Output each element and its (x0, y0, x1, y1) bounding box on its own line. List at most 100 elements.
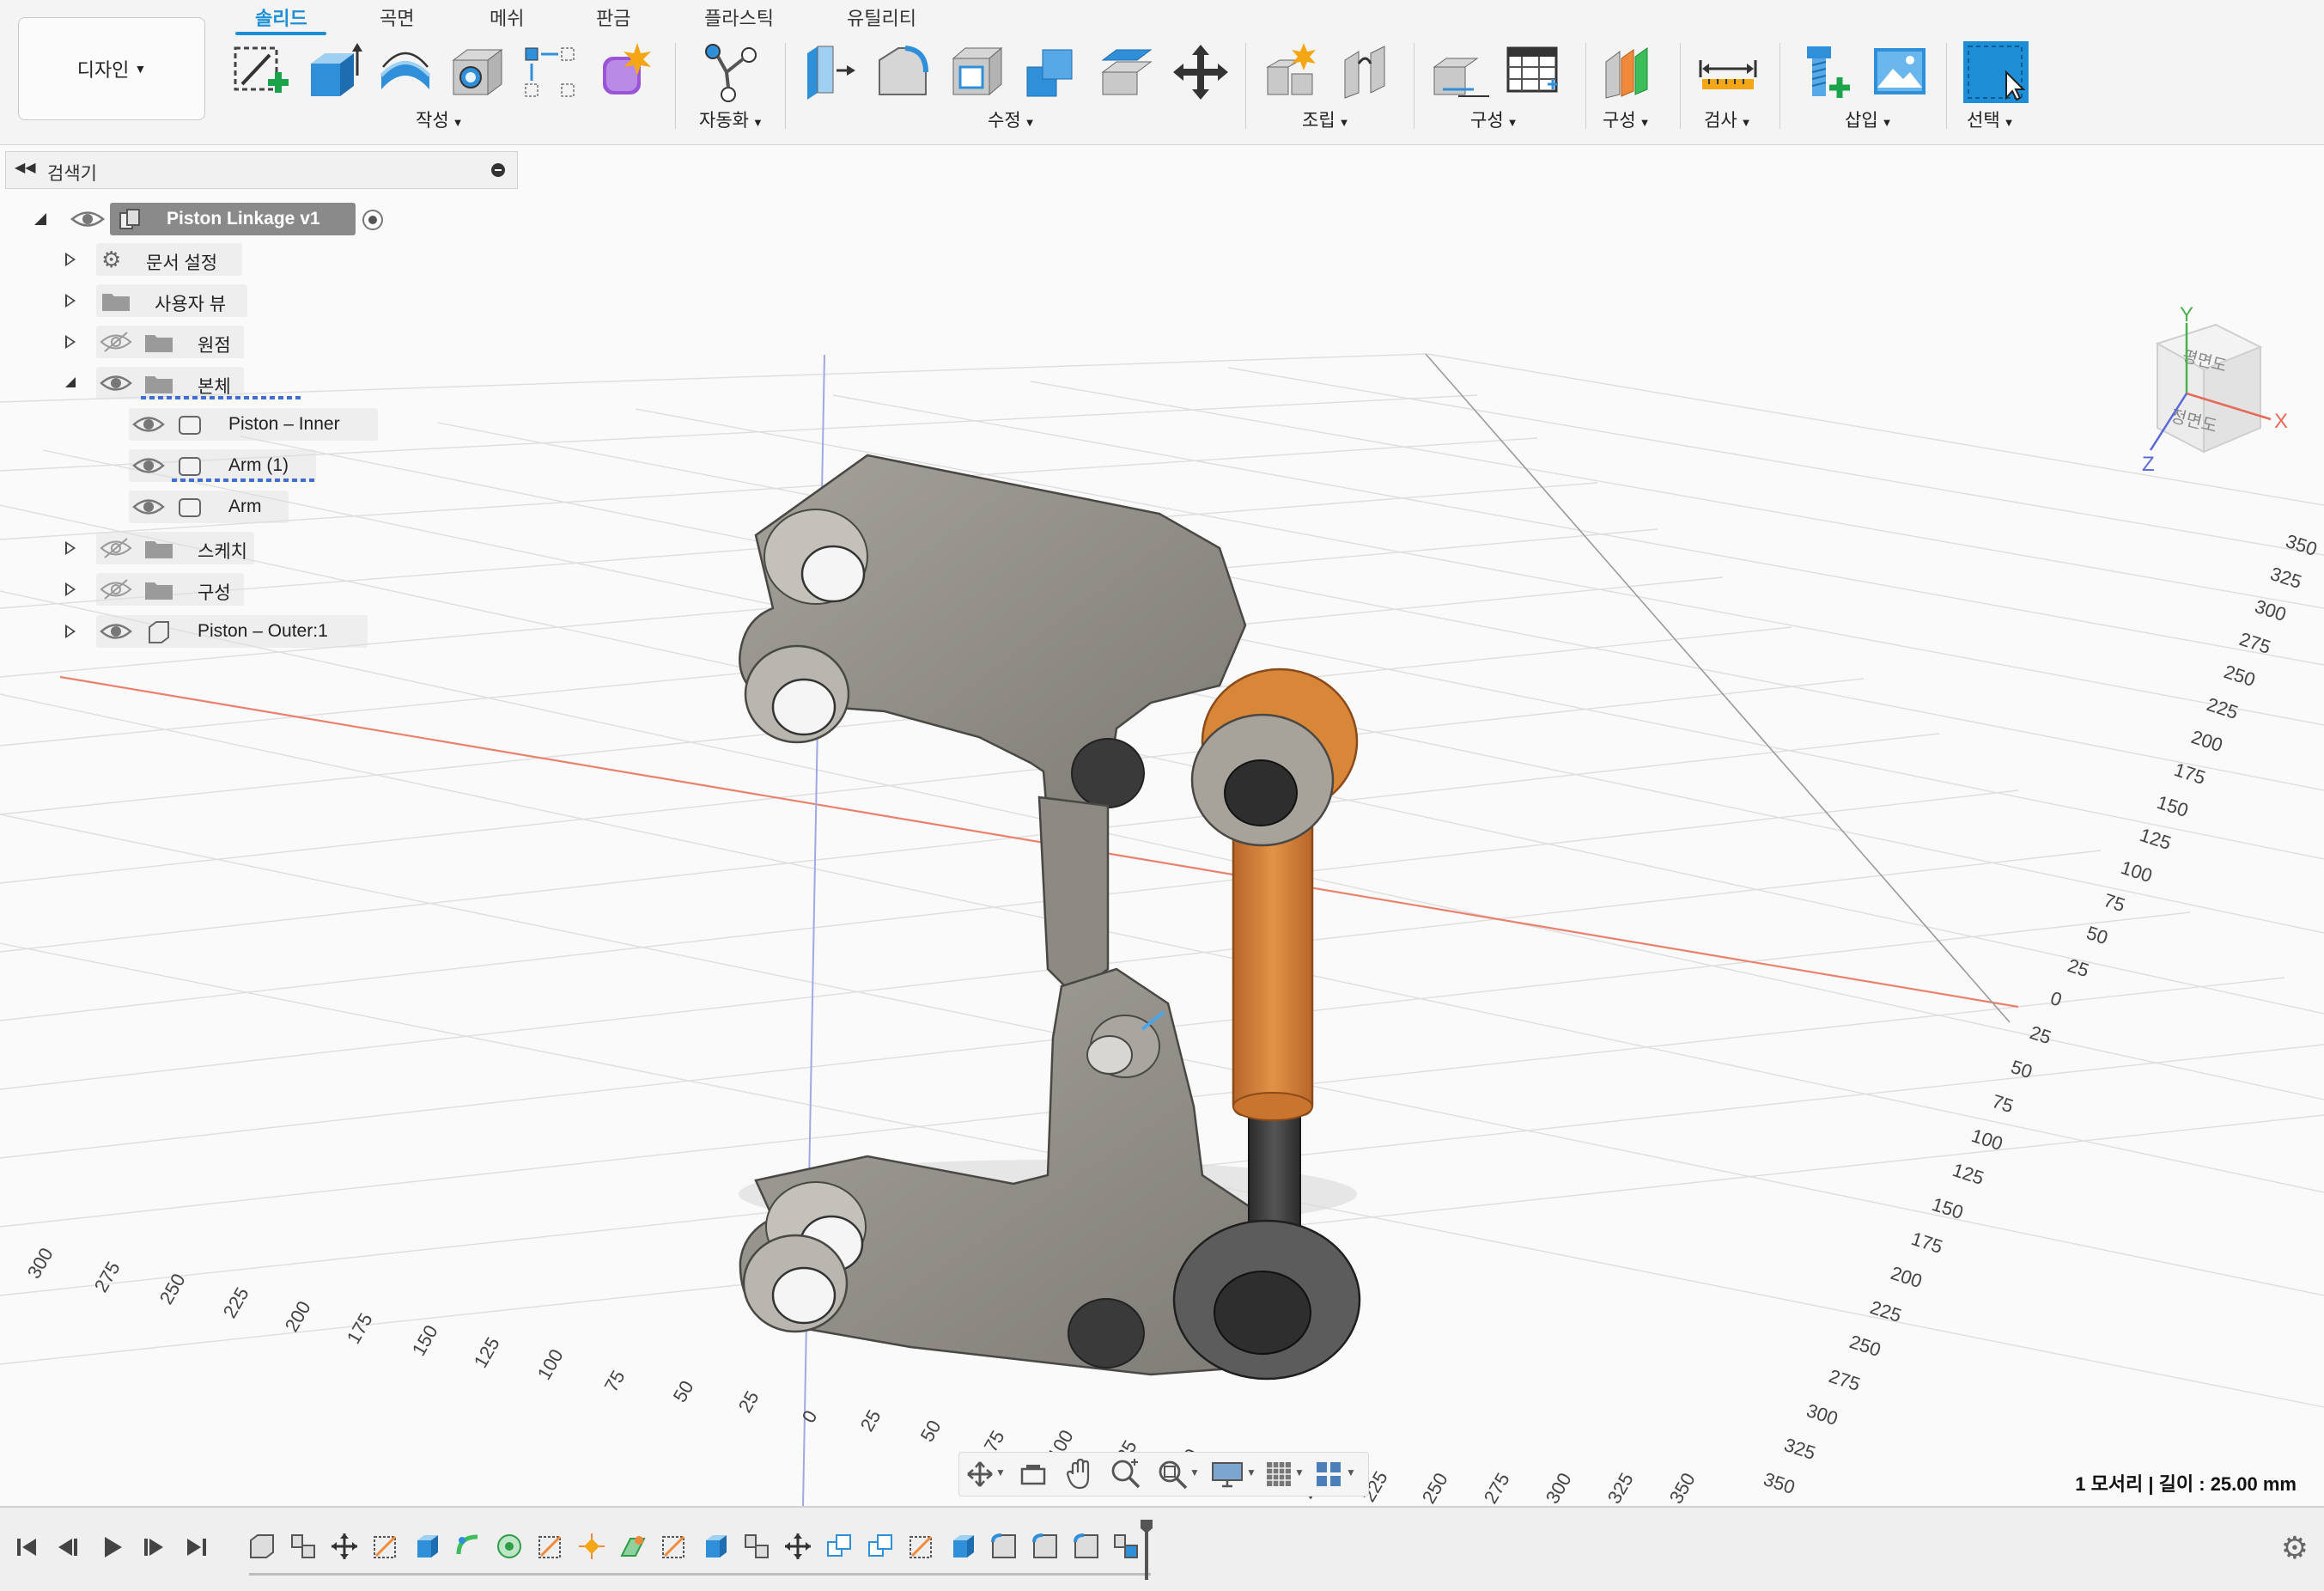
play-icon[interactable] (94, 1530, 129, 1564)
browser-root-node[interactable]: Piston Linkage v1 (34, 203, 395, 235)
timeline-feature-sketch[interactable] (907, 1532, 936, 1561)
browser-node-sketches[interactable]: 스케치 (62, 532, 254, 564)
assemble-menu[interactable]: 조립 ▼ (1302, 107, 1350, 132)
timeline-feature-copy[interactable] (824, 1532, 854, 1561)
insert-menu[interactable]: 삽입 ▼ (1845, 107, 1893, 132)
go-to-end-icon[interactable] (179, 1530, 213, 1564)
timeline-feature-chamfer[interactable] (618, 1532, 648, 1561)
eye-icon[interactable] (70, 208, 105, 230)
select-menu[interactable]: 선택 ▼ (1967, 107, 2015, 132)
timeline-feature-point[interactable] (577, 1532, 606, 1561)
step-back-icon[interactable] (52, 1530, 86, 1564)
eye-hidden-icon[interactable] (100, 331, 132, 353)
new-component-icon[interactable] (1262, 41, 1324, 103)
timeline-feature-extrude[interactable] (948, 1532, 977, 1561)
viewports-icon[interactable] (1315, 1460, 1342, 1488)
display-settings-icon[interactable] (1210, 1460, 1244, 1488)
configure-icon[interactable] (1599, 41, 1661, 103)
timeline-feature-extrude[interactable] (412, 1532, 441, 1561)
timeline-feature-fillet[interactable] (989, 1532, 1019, 1561)
timeline-feature-copy[interactable] (866, 1532, 895, 1561)
orbit-icon[interactable] (966, 1460, 994, 1488)
create-menu[interactable]: 작성 ▼ (416, 107, 464, 132)
browser-node-body-arm[interactable]: Arm (129, 491, 289, 523)
tab-utilities[interactable]: 유틸리티 (847, 3, 916, 31)
joint-icon[interactable] (1336, 41, 1398, 103)
configuration-table-icon[interactable] (1503, 41, 1565, 103)
eye-hidden-icon[interactable] (100, 578, 132, 600)
chevron-down-icon[interactable]: ▼ (995, 1466, 1006, 1478)
combine-icon[interactable] (1020, 41, 1082, 103)
chevron-down-icon[interactable]: ▼ (1346, 1466, 1356, 1478)
expand-toggle-icon[interactable] (65, 335, 76, 349)
expand-toggle-icon[interactable] (65, 582, 76, 596)
timeline-feature-extrude[interactable] (701, 1532, 730, 1561)
expand-toggle-icon[interactable] (65, 377, 76, 387)
minimize-panel-icon[interactable] (491, 163, 505, 177)
timeline-feature-fillet[interactable] (1072, 1532, 1101, 1561)
select-icon[interactable] (1963, 41, 2029, 103)
look-at-icon[interactable] (1019, 1462, 1047, 1486)
browser-node-bodies[interactable]: 본체 (62, 367, 304, 399)
timeline-feature-sketch[interactable] (536, 1532, 565, 1561)
browser-panel-header[interactable]: ◀◀ 검색기 (5, 151, 518, 189)
eye-icon[interactable] (132, 413, 165, 436)
measure-icon[interactable] (1697, 41, 1759, 103)
timeline-feature-fillet[interactable] (1031, 1532, 1060, 1561)
eye-icon[interactable] (132, 454, 165, 477)
revolve-icon[interactable] (374, 41, 436, 103)
offset-plane-icon[interactable] (1429, 41, 1491, 103)
eye-icon[interactable] (132, 496, 165, 518)
viewcube[interactable]: 평면도 정면도 Y X Z (2142, 303, 2288, 476)
expand-toggle-icon[interactable] (65, 294, 76, 308)
press-pull-icon[interactable] (799, 41, 861, 103)
timeline-feature-component[interactable] (247, 1532, 277, 1561)
create-form-icon[interactable] (594, 41, 656, 103)
workspace-switcher[interactable]: 디자인 ▼ (18, 17, 205, 120)
expand-toggle-icon[interactable] (65, 253, 76, 266)
grid-settings-icon[interactable] (1265, 1460, 1293, 1488)
zoom-icon[interactable] (1110, 1459, 1141, 1490)
configure-menu[interactable]: 구성 ▼ (1603, 107, 1651, 132)
step-forward-icon[interactable] (136, 1530, 170, 1564)
tab-sheet-metal[interactable]: 판금 (596, 3, 630, 31)
shell-icon[interactable] (946, 41, 1008, 103)
fillet-icon[interactable] (873, 41, 934, 103)
expand-toggle-icon[interactable] (65, 541, 76, 555)
create-sketch-icon[interactable] (230, 41, 292, 103)
timeline-feature-move[interactable] (330, 1532, 359, 1561)
piston-linkage-model[interactable] (739, 454, 1361, 1381)
pattern-icon[interactable] (519, 41, 581, 103)
timeline-feature-hole[interactable] (495, 1532, 524, 1561)
automate-icon[interactable] (699, 41, 761, 103)
timeline-feature-sketch[interactable] (371, 1532, 400, 1561)
expand-toggle-icon[interactable] (65, 625, 76, 638)
pan-icon[interactable] (1066, 1459, 1095, 1490)
browser-node-named-views[interactable]: 사용자 뷰 (62, 284, 247, 317)
browser-node-component-piston-outer[interactable]: Piston – Outer:1 (62, 615, 368, 648)
offset-face-icon[interactable] (1096, 41, 1158, 103)
timeline-feature-joint[interactable] (742, 1532, 771, 1561)
modify-menu[interactable]: 수정 ▼ (988, 107, 1036, 132)
canvas-viewport[interactable]: 350 325 300 275 250 225 200 175 150 125 … (0, 144, 2324, 1506)
extrude-icon[interactable] (302, 41, 364, 103)
go-to-start-icon[interactable] (10, 1530, 45, 1564)
timeline-feature-move[interactable] (783, 1532, 812, 1561)
browser-node-body-piston-inner[interactable]: Piston – Inner (129, 408, 378, 441)
activate-radio-icon[interactable] (361, 208, 385, 232)
timeline-feature-joint[interactable] (1111, 1532, 1141, 1561)
automate-menu[interactable]: 자동화 ▼ (699, 107, 764, 132)
construct-menu[interactable]: 구성 ▼ (1470, 107, 1518, 132)
timeline-feature-sketch[interactable] (660, 1532, 689, 1561)
chevron-down-icon[interactable]: ▼ (1189, 1466, 1200, 1478)
fit-icon[interactable] (1157, 1459, 1188, 1490)
hole-icon[interactable] (447, 41, 508, 103)
browser-node-document-settings[interactable]: ⚙ 문서 설정 (62, 243, 242, 276)
inspect-menu[interactable]: 검사 ▼ (1704, 107, 1752, 132)
tab-mesh[interactable]: 메쉬 (490, 3, 524, 31)
chevron-down-icon[interactable]: ▼ (1294, 1466, 1305, 1478)
collapse-panel-icon[interactable]: ◀◀ (15, 159, 36, 176)
insert-canvas-icon[interactable] (1869, 41, 1931, 103)
timeline-marker[interactable] (1139, 1520, 1154, 1580)
timeline-settings-gear-icon[interactable]: ⚙ (2281, 1530, 2309, 1566)
